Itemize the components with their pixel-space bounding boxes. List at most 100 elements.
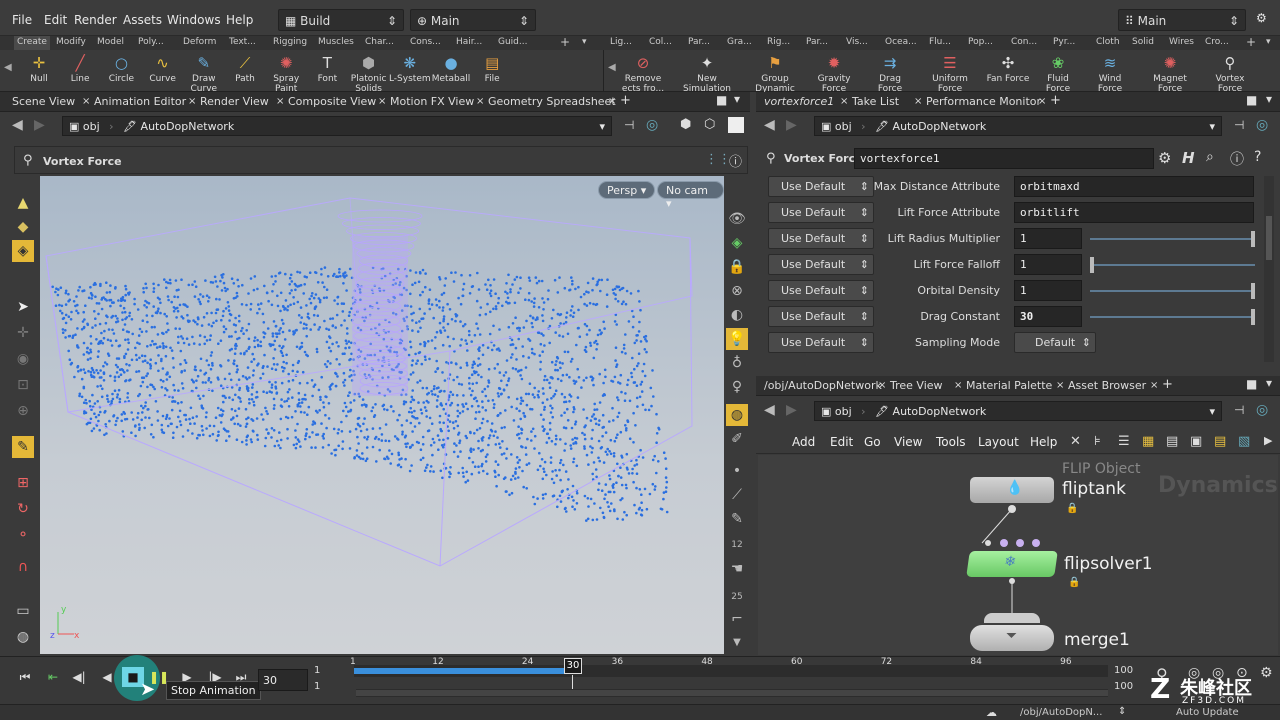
slider-knob[interactable] bbox=[1090, 257, 1094, 273]
pane-tab[interactable]: Animation Editor bbox=[94, 95, 186, 108]
handle-tool-icon[interactable]: ◆ bbox=[12, 216, 34, 238]
snap-icon[interactable]: ⬡ bbox=[704, 117, 715, 132]
shelf-tab[interactable]: Ocea... bbox=[885, 36, 917, 50]
menu-file[interactable]: File bbox=[12, 13, 32, 27]
add-tab-icon[interactable]: + bbox=[560, 34, 570, 49]
slider-knob[interactable] bbox=[1251, 309, 1255, 325]
slider-knob[interactable] bbox=[1251, 283, 1255, 299]
end-frame-global[interactable]: 100 bbox=[1114, 681, 1133, 692]
pen-icon[interactable]: ✎ bbox=[726, 508, 748, 530]
shelf-tab[interactable]: Cons... bbox=[410, 36, 441, 50]
end-frame[interactable]: 100 bbox=[1114, 665, 1133, 676]
path-field[interactable]: ▣ obj › 🖋 AutoDopNetwork ▾ bbox=[814, 401, 1222, 421]
persp-menu[interactable]: Persp ▾ bbox=[598, 181, 656, 199]
param-slider[interactable] bbox=[1090, 257, 1255, 273]
pane-tab[interactable]: Composite View bbox=[288, 95, 376, 108]
path-obj[interactable]: obj bbox=[835, 405, 852, 418]
shelf-tool[interactable]: ❋ L-System bbox=[387, 52, 433, 84]
node-merge1[interactable]: ⏷ bbox=[970, 625, 1054, 651]
use-default-button[interactable]: Use Default ⇕ bbox=[768, 306, 874, 327]
path-obj[interactable]: obj bbox=[835, 120, 852, 133]
add-tab-icon[interactable]: + bbox=[1050, 93, 1061, 108]
scroll-down-icon[interactable]: ▼ bbox=[726, 632, 748, 654]
shelf-tab[interactable]: Par... bbox=[806, 36, 828, 50]
pane-tab[interactable]: Take List bbox=[852, 95, 899, 108]
close-tab-icon[interactable]: × bbox=[954, 380, 962, 391]
shelf-tool[interactable]: ● Metaball bbox=[428, 52, 474, 84]
context-select[interactable]: ⊕ Main ⇕ bbox=[410, 9, 536, 31]
shelf-tab[interactable]: Create bbox=[14, 36, 50, 50]
options-icon[interactable]: ⋮⋮ bbox=[705, 152, 731, 167]
step-start-icon[interactable]: ⇤ bbox=[42, 667, 64, 687]
tab-menu-icon[interactable]: ▾ bbox=[1266, 36, 1271, 50]
cube-icon[interactable]: ⬢ bbox=[680, 117, 691, 132]
slider-knob[interactable] bbox=[1251, 231, 1255, 247]
path-node[interactable]: AutoDopNetwork bbox=[893, 120, 987, 133]
edge-icon[interactable]: ⟋ bbox=[726, 484, 748, 506]
select-tool-icon[interactable]: ▲ bbox=[12, 192, 34, 214]
shelf-tool[interactable]: ☰ Uniform Force bbox=[926, 52, 974, 94]
shelf-tool[interactable]: ⟋ Path bbox=[222, 52, 268, 84]
back-arrow-icon[interactable]: ◀ bbox=[12, 117, 23, 133]
param-field[interactable]: 1 bbox=[1014, 280, 1082, 301]
shelf-tab[interactable]: Cro... bbox=[1205, 36, 1229, 50]
pane-menu-icon[interactable]: ▾ bbox=[1266, 92, 1272, 106]
shelf-tab[interactable]: Gra... bbox=[727, 36, 752, 50]
tree-icon[interactable]: ⊧ bbox=[1094, 434, 1101, 449]
close-tab-icon[interactable]: × bbox=[840, 96, 848, 107]
close-tab-icon[interactable]: × bbox=[1056, 380, 1064, 391]
network-menu-item[interactable]: Add bbox=[792, 435, 815, 449]
close-tab-icon[interactable]: × bbox=[188, 96, 196, 107]
close-tab-icon[interactable]: × bbox=[378, 96, 386, 107]
pane-tab[interactable]: Material Palette bbox=[966, 379, 1052, 392]
param-field[interactable]: orbitmaxd bbox=[1014, 176, 1254, 197]
param-slider[interactable] bbox=[1090, 309, 1255, 325]
brush-icon[interactable]: ✐ bbox=[726, 428, 748, 450]
spinner-icon[interactable]: ⇕ bbox=[1118, 706, 1126, 717]
display-options-icon[interactable]: 👁 bbox=[726, 208, 748, 230]
gear-icon[interactable]: ⚙ bbox=[1158, 149, 1171, 167]
help-icon[interactable]: ? bbox=[1254, 149, 1261, 165]
pin-icon[interactable]: ⊣ bbox=[1234, 118, 1244, 132]
shelf-tab[interactable]: Flu... bbox=[929, 36, 951, 50]
start-frame-global[interactable]: 1 bbox=[314, 681, 320, 692]
info-icon[interactable]: ⓘ bbox=[1230, 149, 1244, 169]
shelf-tab[interactable]: Char... bbox=[365, 36, 394, 50]
pane-tab[interactable]: Asset Browser bbox=[1068, 379, 1146, 392]
close-tab-icon[interactable]: × bbox=[914, 96, 922, 107]
pivot-icon[interactable]: ⊕ bbox=[12, 400, 34, 422]
back-arrow-icon[interactable]: ◀ bbox=[764, 402, 775, 418]
menu-render[interactable]: Render bbox=[74, 13, 117, 27]
shelf-tool[interactable]: T Font bbox=[304, 52, 350, 84]
pane-tab[interactable]: Scene View bbox=[12, 95, 75, 108]
shelf-tab[interactable]: Wires bbox=[1169, 36, 1194, 50]
shelf-tool[interactable]: ⬢ Platonic Solids bbox=[346, 52, 392, 94]
wrench-icon[interactable]: ✕ bbox=[1070, 434, 1081, 449]
close-tab-icon[interactable]: × bbox=[608, 96, 616, 107]
shelf-tab[interactable]: Pyr... bbox=[1053, 36, 1075, 50]
use-default-button[interactable]: Use Default ⇕ bbox=[768, 254, 874, 275]
menu-help[interactable]: Help bbox=[226, 13, 253, 27]
headlight-icon[interactable]: ♀ bbox=[726, 376, 748, 398]
close-tab-icon[interactable]: × bbox=[476, 96, 484, 107]
menu-windows[interactable]: Windows bbox=[167, 13, 221, 27]
add-tab-icon[interactable]: + bbox=[1246, 34, 1256, 49]
shelf-tool[interactable]: ⊘ Remove ects fro... bbox=[614, 52, 672, 94]
close-tab-icon[interactable]: × bbox=[878, 380, 886, 391]
use-default-button[interactable]: Use Default ⇕ bbox=[768, 202, 874, 223]
menu-assets[interactable]: Assets bbox=[123, 13, 162, 27]
current-frame-field[interactable]: 30 bbox=[258, 669, 308, 691]
scroll-left-icon[interactable]: ◀ bbox=[4, 62, 12, 73]
pane-tab[interactable]: Motion FX View bbox=[390, 95, 474, 108]
tab-menu-icon[interactable]: ▾ bbox=[582, 36, 587, 50]
shelf-tab[interactable]: Modify bbox=[56, 36, 86, 50]
link-icon[interactable]: ◎ bbox=[1256, 402, 1268, 418]
pane-tab[interactable]: Render View bbox=[200, 95, 269, 108]
lock-icon[interactable]: 🔒 bbox=[726, 256, 748, 278]
transform-icon[interactable]: ✛ bbox=[12, 322, 34, 344]
pane-tab[interactable]: Geometry Spreadsheet bbox=[488, 95, 616, 108]
chevron-down-icon[interactable]: ▾ bbox=[1209, 405, 1215, 418]
param-field[interactable]: 1 bbox=[1014, 228, 1082, 249]
geo-icon[interactable]: ◈ bbox=[726, 232, 748, 254]
path-node[interactable]: AutoDopNetwork bbox=[893, 405, 987, 418]
